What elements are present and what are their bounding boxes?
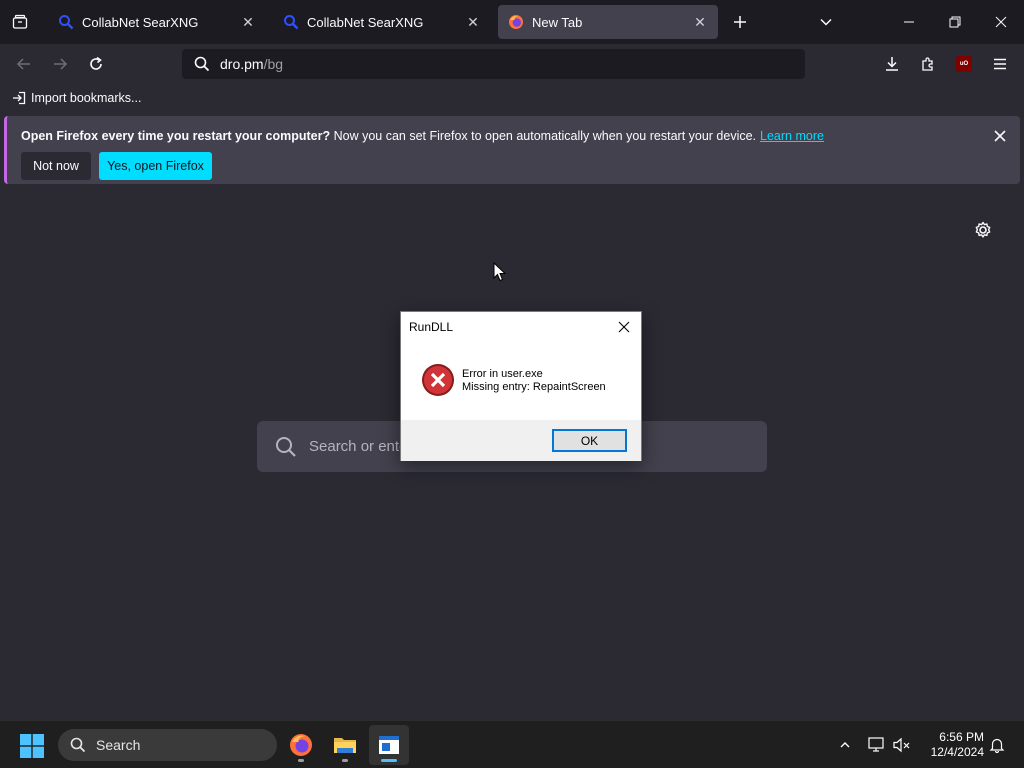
not-now-button[interactable]: Not now [21,152,91,180]
list-all-tabs-button[interactable] [814,10,838,34]
notification-text: Now you can set Firefox to open automati… [330,129,757,143]
dialog-footer: OK [401,420,641,461]
taskbar-search[interactable]: Search [58,729,277,761]
volume-muted-icon [893,737,910,753]
running-indicator [342,759,348,762]
ublock-icon[interactable]: uO [956,56,972,72]
url-host: dro.pm [220,56,264,72]
search-icon [276,436,296,457]
close-icon [994,130,1006,142]
tab-close-icon[interactable]: ✕ [240,14,256,30]
new-tab-button[interactable] [728,10,752,34]
yes-open-firefox-button[interactable]: Yes, open Firefox [99,152,212,180]
close-window-button[interactable] [978,0,1024,44]
arrow-left-icon [16,58,30,70]
chevron-down-icon [820,18,832,26]
search-icon [194,56,210,72]
ublock-label: uO [959,61,969,67]
tab-title: CollabNet SearXNG [307,14,424,30]
minimize-button[interactable] [886,0,932,44]
url-bar[interactable]: dro.pm/bg [182,49,805,79]
import-icon [13,91,26,105]
dialog-line-2: Missing entry: RepaintScreen [462,381,606,393]
search-placeholder: Search or ente [309,438,408,455]
firefox-view-button[interactable] [0,0,40,44]
download-icon [886,57,898,71]
back-button[interactable] [10,50,38,78]
tab-strip: CollabNet SearXNG ✕ CollabNet SearXNG ✕ … [0,0,1024,44]
tab-close-icon[interactable]: ✕ [465,14,481,30]
gear-icon [975,221,991,238]
tab-searxng-2[interactable]: CollabNet SearXNG ✕ [273,5,491,39]
ok-button[interactable]: OK [552,429,627,452]
clock-date: 12/4/2024 [930,745,984,759]
forward-button[interactable] [46,50,74,78]
bookmarks-toolbar: Import bookmarks... [0,84,1024,112]
taskbar-firefox[interactable] [281,725,321,765]
clock-time: 6:56 PM [939,730,984,744]
error-icon [422,364,454,396]
firefox-favicon-icon [509,15,523,29]
nav-bar: dro.pm/bg uO [0,44,1024,84]
tab-close-icon[interactable]: ✕ [692,14,708,30]
notification-message: Open Firefox every time you restart your… [21,129,824,143]
close-icon [618,321,630,333]
chevron-up-icon [840,742,850,748]
search-icon [70,737,86,753]
close-icon [995,16,1007,28]
taskbar-search-label: Search [96,737,141,753]
puzzle-icon [922,57,933,71]
extensions-button[interactable] [914,50,942,78]
folder-icon [334,738,356,753]
application-window-icon [379,736,399,754]
taskbar-file-explorer[interactable] [325,725,365,765]
dialog-close-button[interactable] [615,318,633,336]
notification-bold-text: Open Firefox every time you restart your… [21,129,331,143]
minimize-icon [904,21,914,23]
restore-button[interactable] [932,0,978,44]
notifications-button[interactable] [985,733,1009,757]
hamburger-menu-icon [994,58,1006,70]
reload-icon [90,56,102,70]
dialog-message: Error in user.exe Missing entry: Repaint… [462,368,606,394]
tab-title: CollabNet SearXNG [82,14,199,30]
taskbar-rundll[interactable] [369,725,409,765]
reload-button[interactable] [82,50,110,78]
volume-button[interactable] [890,733,914,757]
tab-searxng-1[interactable]: CollabNet SearXNG ✕ [48,5,266,39]
bell-icon [989,738,1005,753]
learn-more-link[interactable]: Learn more [760,129,824,143]
searxng-favicon-icon [284,15,299,30]
rundll-error-dialog: RunDLL Error in user.exe Missing entry: … [400,311,642,461]
plus-icon [734,16,746,28]
taskbar: Search 6:56 PM 12/4/2024 [0,720,1024,768]
active-indicator [381,759,397,762]
start-button[interactable] [20,734,44,758]
dialog-line-1: Error in user.exe [462,368,543,380]
network-button[interactable] [865,733,889,757]
dialog-title: RunDLL [409,320,454,334]
personalize-settings-button[interactable] [973,220,993,240]
running-indicator [298,759,304,762]
downloads-button[interactable] [878,50,906,78]
app-menu-button[interactable] [986,50,1014,78]
firefox-icon [290,734,312,756]
url-path: /bg [263,56,284,72]
system-clock[interactable]: 6:56 PM 12/4/2024 [918,730,984,760]
tab-new-tab[interactable]: New Tab ✕ [498,5,718,39]
firefox-view-icon [12,14,28,29]
searxng-favicon-icon [59,15,74,30]
restore-icon [949,16,961,28]
network-icon [868,737,884,752]
arrow-right-icon [54,58,68,70]
windows-logo-icon [20,734,44,758]
import-bookmarks-button[interactable]: Import bookmarks... [12,91,141,105]
dialog-body: Error in user.exe Missing entry: Repaint… [401,342,641,420]
import-bookmarks-label: Import bookmarks... [31,91,142,105]
tab-title: New Tab [532,14,583,30]
mouse-cursor-icon [493,262,507,282]
notification-close-button[interactable] [990,126,1010,146]
notification-bar: Open Firefox every time you restart your… [4,116,1020,184]
show-hidden-icons-button[interactable] [833,733,857,757]
